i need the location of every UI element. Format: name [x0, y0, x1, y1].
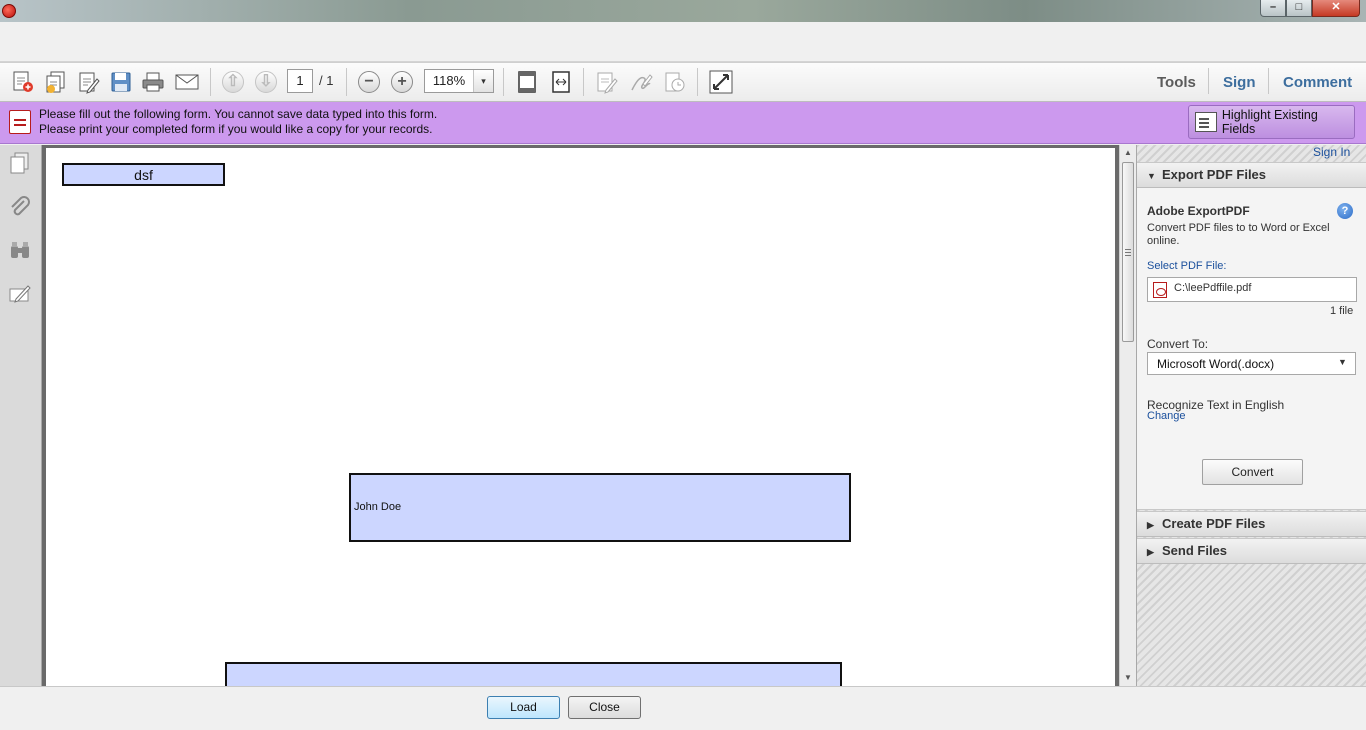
- pane-separator: [1208, 68, 1209, 94]
- create-pdf-section-header[interactable]: ▶ Create PDF Files: [1137, 511, 1366, 537]
- blank-menu-area: [0, 22, 1366, 62]
- create-pdf-icon[interactable]: [9, 70, 35, 94]
- scrollbar-thumb[interactable]: [1122, 162, 1134, 342]
- scroll-up-icon[interactable]: ▲: [1120, 145, 1136, 161]
- toolbar-separator: [210, 68, 211, 96]
- chevron-down-icon: ▼: [1338, 357, 1347, 367]
- search-binoculars-icon[interactable]: [7, 237, 33, 263]
- sign-pane-link[interactable]: Sign: [1223, 74, 1256, 91]
- form-message-line2: Please print your completed form if you …: [39, 122, 433, 136]
- form-field-text-1[interactable]: dsf: [62, 163, 225, 186]
- fit-page-icon[interactable]: [514, 70, 540, 94]
- certify-icon[interactable]: [662, 70, 688, 94]
- pane-separator: [1268, 68, 1269, 94]
- help-icon[interactable]: ?: [1337, 203, 1353, 219]
- tools-pane-link[interactable]: Tools: [1157, 74, 1196, 91]
- email-icon[interactable]: [174, 70, 200, 94]
- toolbar-separator: [583, 68, 584, 96]
- page-total: / 1: [319, 73, 334, 88]
- title-bar: [0, 0, 1366, 22]
- zoom-in-icon[interactable]: +: [389, 70, 415, 94]
- page-number-input[interactable]: 1: [287, 69, 313, 93]
- document-scrollbar[interactable]: ▲ ▼: [1119, 145, 1136, 686]
- save-icon[interactable]: [108, 70, 134, 94]
- export-title: Adobe ExportPDF: [1147, 204, 1250, 218]
- page-up-icon[interactable]: ⇧: [220, 70, 246, 94]
- pdf-file-icon: [1153, 282, 1167, 298]
- highlight-button-label: Highlight Existing Fields: [1221, 108, 1318, 136]
- file-count: 1 file: [1330, 305, 1354, 317]
- chevron-down-icon[interactable]: ▾: [473, 70, 493, 92]
- signature-icon[interactable]: [628, 70, 654, 94]
- page-thumbnails-icon[interactable]: [7, 150, 33, 176]
- combine-files-icon[interactable]: [43, 70, 69, 94]
- form-field-name[interactable]: John Doe: [349, 473, 851, 542]
- window-close-button[interactable]: ✕: [1312, 0, 1360, 17]
- highlight-fields-icon: [1195, 112, 1217, 132]
- close-button[interactable]: Close: [568, 696, 641, 719]
- toolbar-separator: [503, 68, 504, 96]
- signatures-icon[interactable]: [7, 280, 33, 306]
- selected-file-box[interactable]: C:\leePdffile.pdf: [1147, 277, 1357, 302]
- send-files-section-title: Send Files: [1162, 543, 1228, 558]
- load-button[interactable]: Load: [487, 696, 560, 719]
- sign-in-link[interactable]: Sign In: [1313, 145, 1350, 159]
- fill-sign-icon[interactable]: [594, 70, 620, 94]
- export-pdf-section-header[interactable]: ▼ Export PDF Files: [1137, 162, 1366, 188]
- edit-icon[interactable]: [76, 70, 102, 94]
- export-description: Convert PDF files to to Word or Excel on…: [1147, 222, 1330, 247]
- triangle-right-icon: ▶: [1147, 547, 1154, 557]
- minimize-button[interactable]: –: [1260, 0, 1286, 17]
- triangle-right-icon: ▶: [1147, 520, 1154, 530]
- selected-file-name: C:\leePdffile.pdf: [1174, 282, 1252, 294]
- form-document-icon: [9, 110, 31, 134]
- app-icon[interactable]: [2, 4, 16, 18]
- zoom-out-icon[interactable]: −: [356, 70, 382, 94]
- highlight-existing-fields-button[interactable]: Highlight Existing Fields: [1188, 105, 1355, 139]
- attachments-icon[interactable]: [7, 194, 33, 220]
- convert-to-label: Convert To:: [1147, 337, 1209, 351]
- scroll-down-icon[interactable]: ▼: [1120, 670, 1136, 686]
- triangle-down-icon: ▼: [1147, 171, 1156, 181]
- zoom-select[interactable]: 118% ▾: [424, 69, 494, 93]
- toolbar-separator: [697, 68, 698, 96]
- ocr-change-link[interactable]: Change: [1147, 410, 1186, 422]
- fit-width-icon[interactable]: [548, 70, 574, 94]
- convert-format-value: Microsoft Word(.docx): [1157, 357, 1275, 371]
- maximize-button[interactable]: □: [1286, 0, 1312, 17]
- print-icon[interactable]: [140, 70, 166, 94]
- form-message-line1: Please fill out the following form. You …: [39, 107, 438, 121]
- grip-icon: [1125, 249, 1131, 256]
- form-field-text-3[interactable]: [225, 662, 842, 686]
- navigation-pane: [0, 145, 42, 686]
- fullscreen-icon[interactable]: [708, 70, 734, 94]
- send-files-section-header[interactable]: ▶ Send Files: [1137, 538, 1366, 564]
- page-down-icon[interactable]: ⇩: [253, 70, 279, 94]
- select-file-label: Select PDF File:: [1147, 260, 1227, 272]
- convert-format-select[interactable]: Microsoft Word(.docx) ▼: [1147, 352, 1356, 375]
- convert-button[interactable]: Convert: [1202, 459, 1303, 485]
- create-pdf-section-title: Create PDF Files: [1162, 516, 1266, 531]
- toolbar-separator: [346, 68, 347, 96]
- comment-pane-link[interactable]: Comment: [1283, 74, 1352, 91]
- pdf-page: dsf John Doe: [46, 148, 1115, 686]
- dialog-button-bar: [0, 686, 1366, 730]
- zoom-value[interactable]: 118%: [425, 70, 473, 92]
- export-pdf-section-title: Export PDF Files: [1162, 167, 1267, 182]
